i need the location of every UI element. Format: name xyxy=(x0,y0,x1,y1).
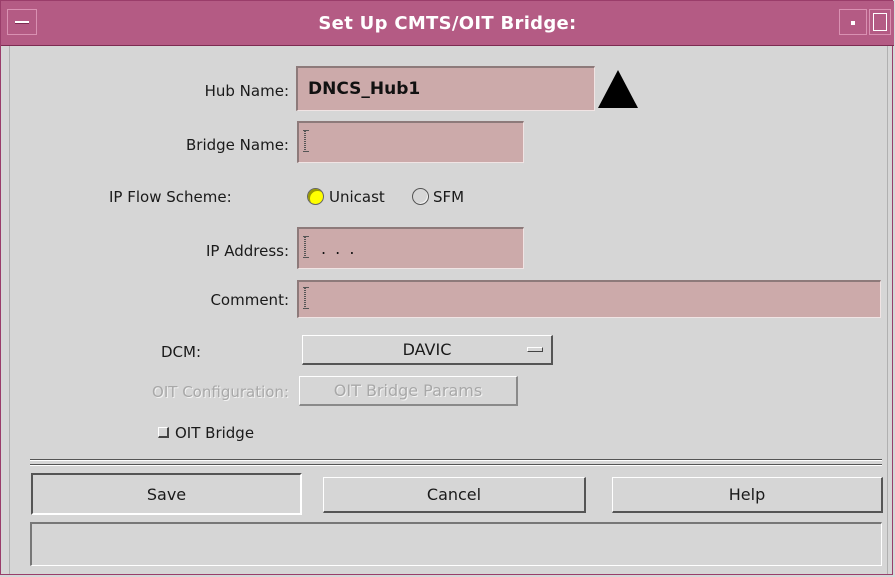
ip-address-label: IP Address: xyxy=(205,242,289,260)
ip-flow-scheme-label: IP Flow Scheme: xyxy=(109,188,232,206)
minimize-icon[interactable] xyxy=(839,9,867,35)
bridge-name-input[interactable] xyxy=(297,121,524,163)
save-button[interactable]: Save xyxy=(31,473,302,515)
window-title: Set Up CMTS/OIT Bridge: xyxy=(318,13,577,34)
frame-border-left xyxy=(9,46,10,574)
ip-address-input[interactable]: . . . xyxy=(297,227,524,269)
text-cursor-icon xyxy=(303,287,309,309)
cancel-button[interactable]: Cancel xyxy=(323,477,586,513)
separator xyxy=(30,464,882,466)
frame-border-right xyxy=(887,46,888,574)
separator xyxy=(30,459,882,461)
maximize-icon[interactable] xyxy=(869,9,891,35)
hub-name-label: Hub Name: xyxy=(204,82,289,100)
unicast-radio[interactable] xyxy=(307,188,324,205)
title-bar[interactable]: Set Up CMTS/OIT Bridge: xyxy=(1,1,894,46)
hub-name-value: DNCS_Hub1 xyxy=(308,79,421,99)
sfm-radio[interactable] xyxy=(412,188,429,205)
comment-label: Comment: xyxy=(210,291,289,309)
comment-input[interactable] xyxy=(297,280,881,318)
dcm-selected-value: DAVIC xyxy=(402,340,452,359)
text-cursor-icon xyxy=(303,130,309,152)
dcm-option-menu[interactable]: DAVIC xyxy=(302,335,553,365)
triangle-up-icon[interactable] xyxy=(598,70,638,108)
oit-bridge-label[interactable]: OIT Bridge xyxy=(175,421,254,445)
sfm-label[interactable]: SFM xyxy=(433,185,464,209)
oit-configuration-label: OIT Configuration: xyxy=(152,383,289,401)
option-menu-indicator-icon xyxy=(527,347,543,352)
dialog-window: Set Up CMTS/OIT Bridge: Hub Name: DNCS_H… xyxy=(0,0,894,575)
help-button[interactable]: Help xyxy=(612,477,883,513)
bridge-name-label: Bridge Name: xyxy=(186,136,289,154)
text-cursor-icon xyxy=(303,236,309,258)
oit-bridge-checkbox[interactable] xyxy=(158,427,169,438)
unicast-label[interactable]: Unicast xyxy=(329,185,385,209)
status-bar xyxy=(30,522,882,566)
dcm-label: DCM: xyxy=(161,343,202,361)
ip-address-value: . . . xyxy=(321,239,357,258)
oit-bridge-params-button[interactable]: OIT Bridge Params xyxy=(299,376,518,406)
hub-name-field[interactable]: DNCS_Hub1 xyxy=(296,66,595,111)
